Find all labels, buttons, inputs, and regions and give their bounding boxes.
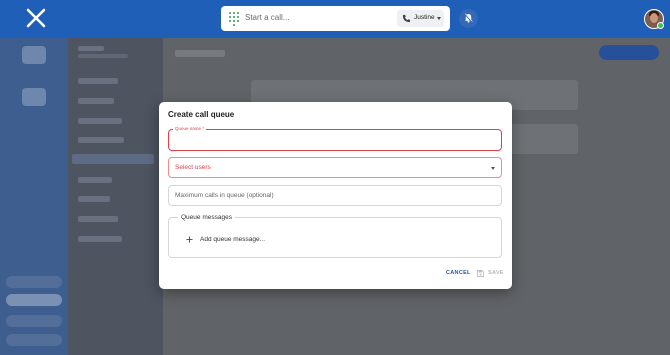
nav-item[interactable] — [78, 236, 122, 242]
nav-header — [78, 46, 104, 51]
nav-item[interactable] — [78, 177, 112, 183]
nav-item[interactable] — [78, 118, 122, 124]
phone-icon — [402, 14, 411, 23]
queue-name-input[interactable]: Queue name * — [168, 126, 502, 151]
rail-bottom-item-3[interactable] — [6, 315, 62, 327]
add-queue-message-label: Add queue message... — [200, 236, 266, 243]
create-call-queue-dialog: Create call queue Queue name * Select us… — [159, 102, 512, 289]
settings-nav — [68, 38, 163, 355]
queue-messages-group: Queue messages Add queue message... — [168, 214, 502, 258]
call-input[interactable]: Start a call... — [245, 13, 289, 22]
nav-item[interactable] — [78, 196, 110, 202]
nav-subheader — [78, 54, 128, 58]
nav-item[interactable] — [78, 216, 118, 222]
rail-bottom-item-1[interactable] — [6, 276, 62, 288]
queue-messages-legend: Queue messages — [178, 214, 235, 221]
rail-item-messages[interactable] — [22, 46, 46, 64]
dialpad-icon[interactable] — [229, 12, 239, 26]
primary-action-button[interactable] — [599, 45, 659, 60]
call-search-bar[interactable]: Start a call... Justine — [221, 6, 450, 31]
cancel-button[interactable]: CANCEL — [446, 270, 471, 276]
app-rail — [0, 38, 68, 355]
x-logo-icon[interactable] — [26, 8, 46, 28]
chevron-down-icon — [437, 17, 441, 20]
rail-bottom-item-4[interactable] — [6, 334, 62, 346]
select-users-placeholder: Select users — [175, 164, 211, 171]
bell-off-icon — [464, 13, 473, 23]
nav-item-active[interactable] — [72, 154, 154, 164]
max-calls-placeholder: Maximum calls in queue (optional) — [175, 192, 274, 199]
rail-bottom-item-2[interactable] — [6, 294, 62, 306]
queue-name-label: Queue name * — [173, 126, 207, 131]
presence-status-badge — [657, 22, 664, 29]
dialog-title: Create call queue — [168, 110, 235, 119]
max-calls-input[interactable]: Maximum calls in queue (optional) — [168, 185, 502, 206]
page-title — [175, 50, 225, 57]
caller-id-select[interactable]: Justine — [397, 10, 444, 27]
caller-id-label: Justine — [414, 14, 435, 21]
nav-item[interactable] — [78, 137, 124, 143]
save-icon — [477, 270, 484, 277]
nav-item[interactable] — [78, 78, 118, 84]
save-label: SAVE — [488, 270, 504, 276]
top-bar: Start a call... Justine — [0, 0, 670, 38]
nav-item[interactable] — [78, 98, 114, 104]
save-button[interactable]: SAVE — [477, 269, 504, 278]
select-users-dropdown[interactable]: Select users — [168, 157, 502, 178]
do-not-disturb-button[interactable] — [459, 9, 478, 28]
rail-item-people[interactable] — [22, 88, 46, 106]
chevron-down-icon — [491, 167, 495, 170]
plus-icon — [186, 236, 193, 243]
